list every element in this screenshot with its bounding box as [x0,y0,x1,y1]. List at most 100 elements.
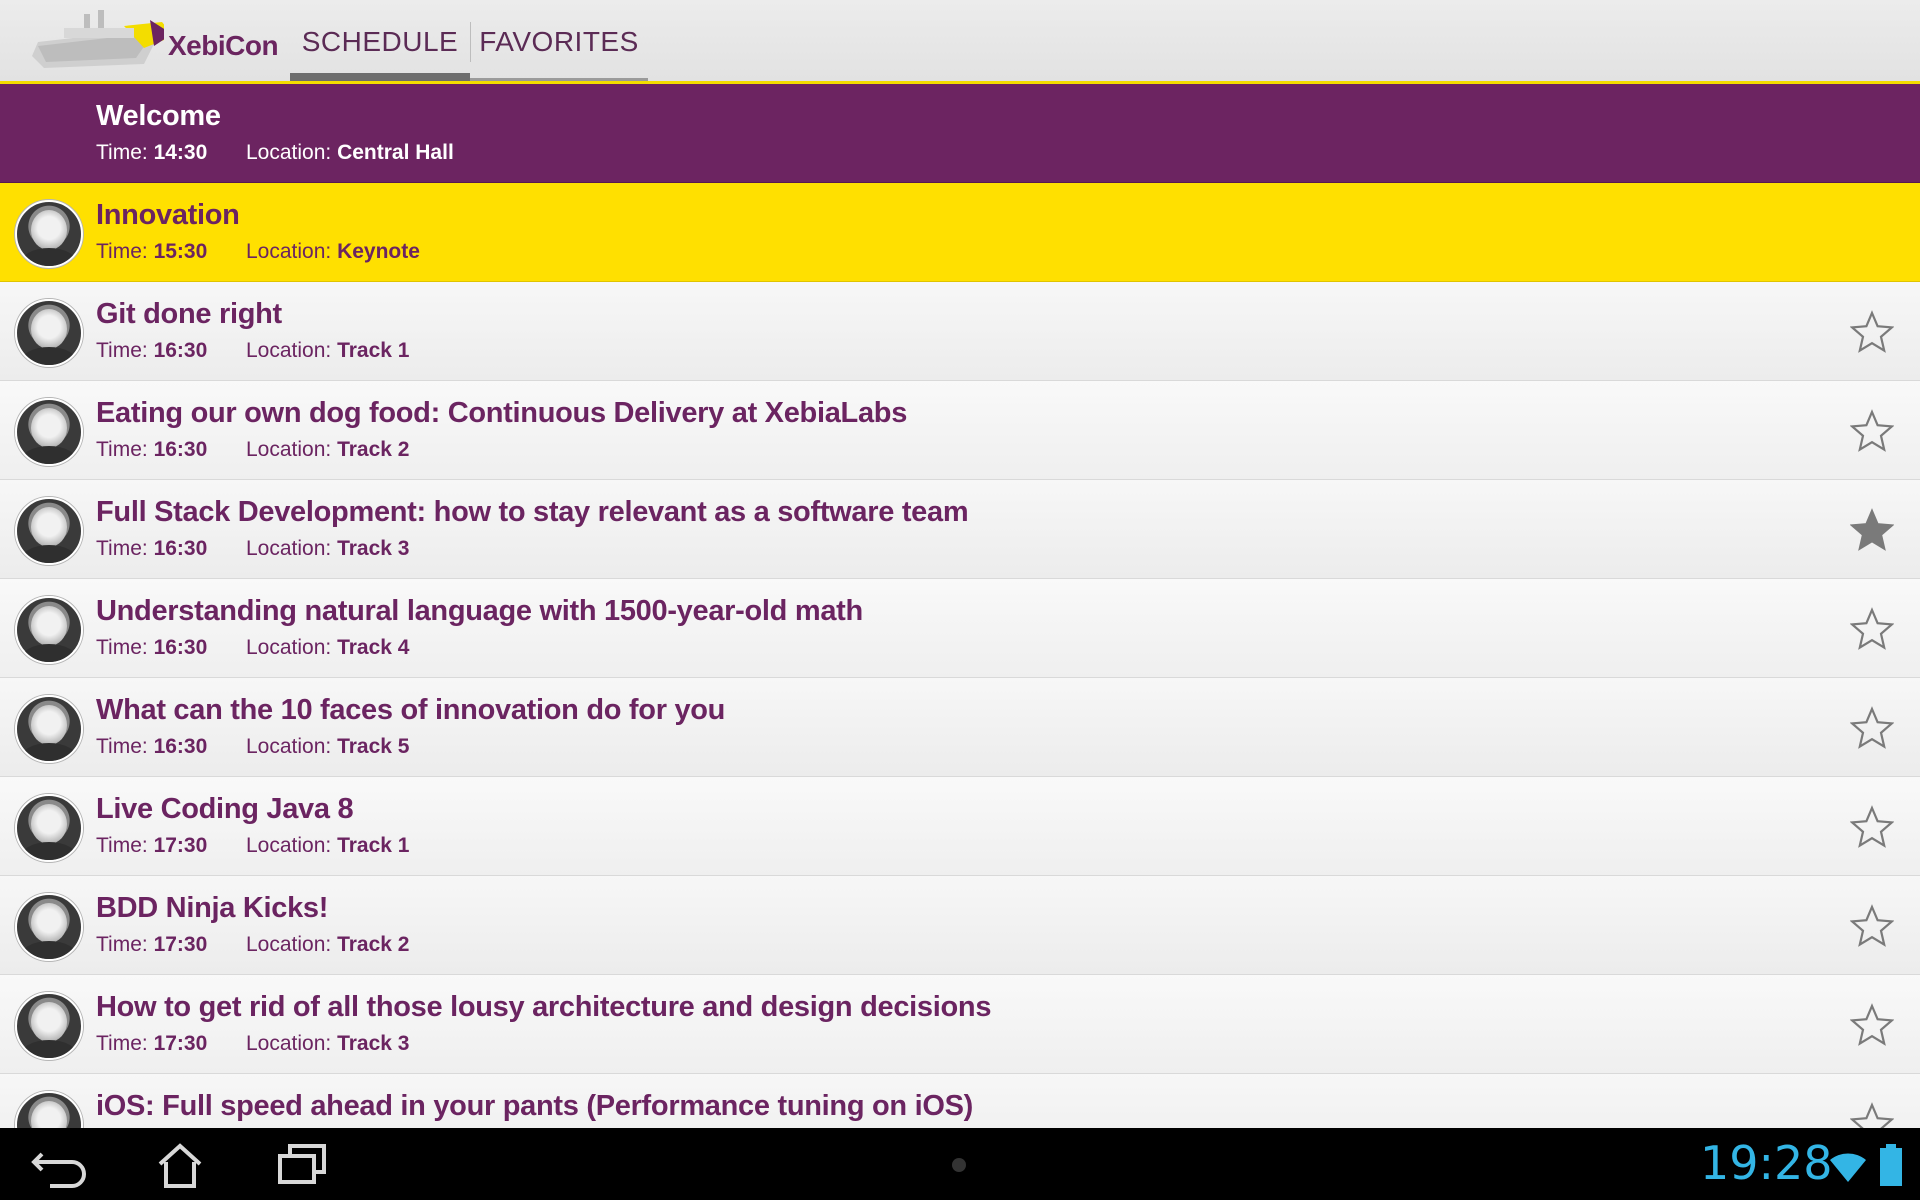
speaker-avatar [15,497,83,565]
star-outline-icon[interactable] [1849,805,1895,849]
speaker-avatar [15,299,83,367]
location-label: Location: [246,141,332,164]
speaker-avatar [15,992,83,1060]
speaker-avatar [15,596,83,664]
speaker-avatar [15,893,83,961]
location-group: Location: Track 3 [246,1032,409,1056]
speaker-avatar [15,398,83,466]
star-outline-icon[interactable] [1849,1102,1895,1128]
session-row[interactable]: Understanding natural language with 1500… [0,579,1920,678]
location-label: Location: [246,1032,332,1055]
session-list[interactable]: Welcome Time: 14:30 Location: Central Hall… [0,84,1920,1128]
session-title: Full Stack Development: how to stay rele… [96,496,969,528]
time-label: Time: [96,636,148,659]
speaker-avatar [15,695,83,763]
session-location: Track 4 [337,636,410,659]
session-time: 16:30 [153,339,208,362]
session-location: Track 2 [337,933,410,956]
speaker-avatar [15,200,83,268]
session-time: 17:30 [153,933,208,956]
nav-dot-indicator [952,1158,966,1172]
session-title: Understanding natural language with 1500… [96,595,863,627]
session-meta: Time: 16:30 Location: Track 5 [96,735,409,759]
tab-favorites[interactable]: FAVORITES [470,0,648,81]
session-meta: Time: 16:30 Location: Track 3 [96,537,409,561]
star-outline-icon[interactable] [1849,310,1895,354]
location-label: Location: [246,240,332,263]
time-label: Time: [96,1032,148,1055]
location-label: Location: [246,636,332,659]
session-time: 17:30 [153,1032,208,1055]
star-outline-icon[interactable] [1849,1003,1895,1047]
session-location: Track 2 [337,438,410,461]
session-title: Eating our own dog food: Continuous Deli… [96,397,908,429]
session-location: Track 3 [337,537,410,560]
star-outline-icon[interactable] [1849,706,1895,750]
location-label: Location: [246,834,332,857]
time-label: Time: [96,735,148,758]
session-title: iOS: Full speed ahead in your pants (Per… [96,1090,973,1122]
session-title: BDD Ninja Kicks! [96,892,329,924]
session-row[interactable]: iOS: Full speed ahead in your pants (Per… [0,1074,1920,1128]
time-label: Time: [96,339,148,362]
location-group: Location: Track 1 [246,834,409,858]
back-icon[interactable] [20,1136,100,1192]
recent-apps-icon[interactable] [262,1136,342,1192]
location-label: Location: [246,933,332,956]
session-row[interactable]: Live Coding Java 8 Time: 17:30 Location: T… [0,777,1920,876]
session-row[interactable]: Innovation Time: 15:30 Location: Keynote [0,183,1920,282]
session-time: 14:30 [153,141,208,164]
session-time: 17:30 [153,834,208,857]
session-title: What can the 10 faces of innovation do f… [96,694,726,726]
time-label: Time: [96,438,148,461]
session-row[interactable]: What can the 10 faces of innovation do f… [0,678,1920,777]
time-label: Time: [96,537,148,560]
session-meta: Time: 16:30 Location: Track 1 [96,339,409,363]
session-meta: Time: 16:30 Location: Track 4 [96,636,409,660]
session-time: 16:30 [153,636,208,659]
location-group: Location: Keynote [246,240,420,264]
tab-schedule[interactable]: SCHEDULE [290,0,470,81]
session-title: How to get rid of all those lousy archit… [96,991,992,1023]
session-row[interactable]: Git done right Time: 16:30 Location: Track… [0,282,1920,381]
location-group: Location: Track 4 [246,636,409,660]
session-time: 16:30 [153,438,208,461]
session-time: 16:30 [153,537,208,560]
session-title: Welcome [96,100,221,132]
location-group: Location: Track 3 [246,537,409,561]
app-title: XebiCon [168,30,279,61]
location-label: Location: [246,735,332,758]
session-location: Track 1 [337,339,410,362]
session-meta: Time: 17:30 Location: Track 3 [96,1032,409,1056]
app-logo[interactable]: XebiCon [24,6,279,76]
session-row[interactable]: BDD Ninja Kicks! Time: 17:30 Location: Tra… [0,876,1920,975]
action-bar: XebiCon SCHEDULE FAVORITES [0,0,1920,84]
session-row[interactable]: Eating our own dog food: Continuous Deli… [0,381,1920,480]
session-meta: Time: 15:30 Location: Keynote [96,240,420,264]
status-clock: 19:28 [1700,1136,1833,1190]
star-outline-icon[interactable] [1849,409,1895,453]
session-row[interactable]: Full Stack Development: how to stay rele… [0,480,1920,579]
speaker-avatar [15,1091,83,1128]
home-icon[interactable] [140,1136,220,1192]
location-group: Location: Track 1 [246,339,409,363]
star-outline-icon[interactable] [1849,904,1895,948]
time-label: Time: [96,240,148,263]
star-outline-icon[interactable] [1849,607,1895,651]
session-location: Keynote [337,240,420,263]
session-location: Track 1 [337,834,410,857]
session-row[interactable]: How to get rid of all those lousy archit… [0,975,1920,1074]
star-filled-icon[interactable] [1849,508,1895,552]
session-row[interactable]: Welcome Time: 14:30 Location: Central Hall [0,84,1920,183]
speaker-avatar [15,794,83,862]
session-meta: Time: 14:30 Location: Central Hall [96,141,454,165]
session-meta: Time: 16:30 Location: Track 2 [96,438,409,462]
location-label: Location: [246,339,332,362]
location-group: Location: Track 2 [246,933,409,957]
battery-icon [1880,1144,1902,1186]
session-title: Git done right [96,298,282,330]
session-time: 15:30 [153,240,208,263]
location-group: Location: Track 2 [246,438,409,462]
session-location: Track 3 [337,1032,410,1055]
session-meta: Time: 17:30 Location: Track 2 [96,933,409,957]
